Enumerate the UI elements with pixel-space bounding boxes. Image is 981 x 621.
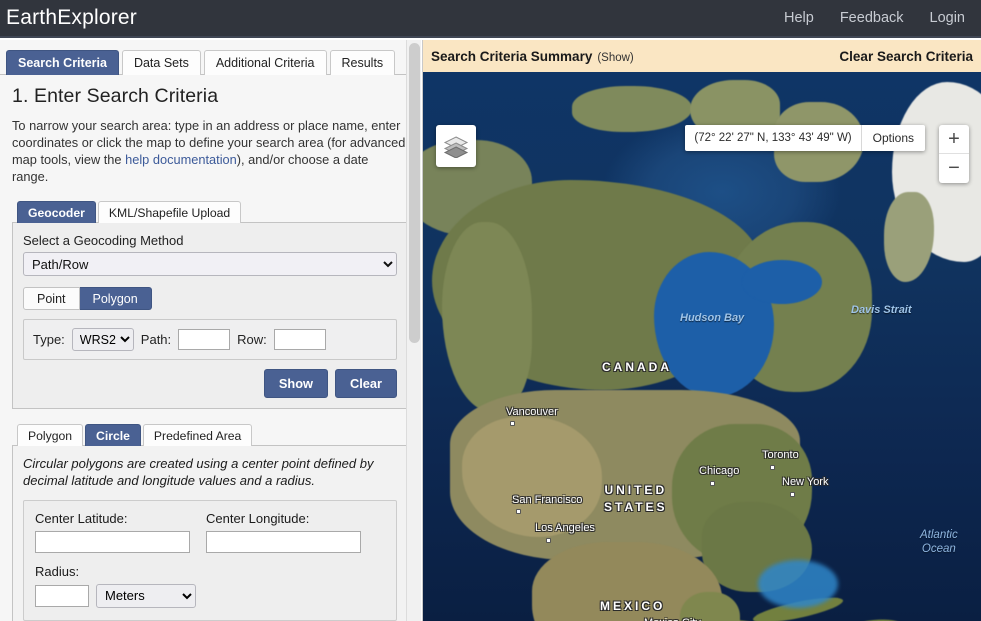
panel-scrollbar[interactable]	[406, 40, 421, 621]
map-layers-button[interactable]	[436, 125, 476, 167]
circle-coordinate-form: Center Latitude: Center Longitude: Radiu…	[23, 500, 397, 621]
tab-search-criteria[interactable]: Search Criteria	[6, 50, 119, 75]
center-latitude-label: Center Latitude:	[35, 511, 190, 526]
row-input[interactable]	[274, 329, 326, 350]
map-zoom-controls: + −	[939, 125, 969, 183]
geocoding-method-select[interactable]: Path/Row	[23, 252, 397, 276]
map-area: Search Criteria Summary (Show) Clear Sea…	[422, 40, 981, 621]
header-links: Help Feedback Login	[784, 10, 981, 26]
map-dot-san-francisco	[516, 509, 521, 514]
landmass-canada-west-mountains	[442, 222, 532, 412]
aoi-tab-bar: Polygon Circle Predefined Area	[12, 422, 408, 446]
radius-units-select[interactable]: Meters	[96, 584, 196, 608]
feedback-link[interactable]: Feedback	[840, 10, 904, 26]
polygon-toggle-button[interactable]: Polygon	[80, 287, 152, 310]
type-label: Type:	[33, 332, 65, 347]
landmass-arctic-islands-1	[572, 86, 692, 132]
map-label-ocean: Ocean	[922, 543, 956, 555]
radius-input[interactable]	[35, 585, 89, 607]
path-label: Path:	[141, 332, 171, 347]
map-dot-toronto	[770, 465, 775, 470]
map-left-edge	[422, 40, 423, 621]
search-criteria-panel: Search Criteria Data Sets Additional Cri…	[0, 40, 421, 621]
landmass-greenland-edge	[884, 192, 934, 282]
center-longitude-input[interactable]	[206, 531, 361, 553]
app-header: EarthExplorer Help Feedback Login	[0, 0, 981, 38]
tab-polygon[interactable]: Polygon	[17, 424, 83, 446]
intro-text: To narrow your search area: type in an a…	[12, 117, 408, 185]
shape-toggle-group: Point Polygon	[23, 287, 397, 310]
row-label: Row:	[237, 332, 267, 347]
tab-predefined-area[interactable]: Predefined Area	[143, 424, 252, 446]
map-dot-chicago	[710, 481, 715, 486]
zoom-in-button[interactable]: +	[939, 125, 969, 154]
map-coordinate-bar: (72° 22' 27" N, 133° 43' 49" W) Options	[685, 125, 925, 151]
summary-title: Search Criteria Summary	[431, 49, 592, 64]
water-hudson-bay-strait	[742, 260, 822, 304]
map-options-button[interactable]: Options	[862, 125, 925, 151]
map-dot-los-angeles	[546, 538, 551, 543]
earthexplorer-app: EarthExplorer Help Feedback Login Search…	[0, 0, 981, 621]
help-documentation-link[interactable]: help documentation	[125, 152, 237, 167]
circle-description: Circular polygons are created using a ce…	[23, 456, 397, 490]
layers-icon	[443, 134, 469, 158]
show-button[interactable]: Show	[264, 369, 328, 398]
wrs-type-select[interactable]: WRS2	[72, 328, 134, 351]
geocoder-tab-bar: Geocoder KML/Shapefile Upload	[12, 199, 408, 223]
page-title: 1. Enter Search Criteria	[12, 85, 408, 108]
clear-search-criteria-link[interactable]: Clear Search Criteria	[839, 49, 973, 64]
map-dot-new-york	[790, 492, 795, 497]
tab-data-sets[interactable]: Data Sets	[122, 50, 201, 75]
geocoder-panel: Select a Geocoding Method Path/Row Point…	[12, 223, 408, 409]
center-coordinate-row: Center Latitude: Center Longitude:	[35, 511, 385, 553]
tab-circle[interactable]: Circle	[85, 424, 141, 446]
aoi-section: Polygon Circle Predefined Area Circular …	[12, 422, 408, 621]
center-latitude-input[interactable]	[35, 531, 190, 553]
tab-kml-shapefile-upload[interactable]: KML/Shapefile Upload	[98, 201, 241, 223]
search-criteria-summary-bar: Search Criteria Summary (Show) Clear Sea…	[422, 40, 981, 72]
clear-button[interactable]: Clear	[335, 369, 397, 398]
tab-additional-criteria[interactable]: Additional Criteria	[204, 50, 327, 75]
tab-results[interactable]: Results	[330, 50, 396, 75]
summary-show-toggle[interactable]: (Show)	[597, 52, 633, 64]
coordinate-readout: (72° 22' 27" N, 133° 43' 49" W)	[685, 125, 861, 151]
landmass-bahamas-shelf	[758, 560, 838, 608]
radius-row: Meters	[35, 584, 385, 608]
summary-left: Search Criteria Summary (Show)	[431, 49, 634, 64]
radius-label: Radius:	[35, 564, 385, 579]
tab-geocoder[interactable]: Geocoder	[17, 201, 96, 223]
map-label-atlantic: Atlantic	[920, 529, 958, 541]
app-title: EarthExplorer	[0, 6, 137, 30]
geocoder-actions: Show Clear	[23, 369, 397, 398]
main-tab-bar: Search Criteria Data Sets Additional Cri…	[6, 47, 420, 75]
map-canvas[interactable]: Hudson Bay Davis Strait CANADA UNITEDSTA…	[422, 72, 981, 621]
map-dot-vancouver	[510, 421, 515, 426]
path-input[interactable]	[178, 329, 230, 350]
point-toggle-button[interactable]: Point	[23, 287, 80, 310]
login-link[interactable]: Login	[930, 10, 965, 26]
center-longitude-group: Center Longitude:	[206, 511, 361, 553]
pathrow-input-group: Type: WRS2 Path: Row:	[23, 319, 397, 360]
geocoding-method-label: Select a Geocoding Method	[23, 233, 397, 248]
panel-scrollbar-thumb[interactable]	[409, 43, 420, 343]
geocoder-section: Geocoder KML/Shapefile Upload Select a G…	[12, 199, 408, 409]
center-longitude-label: Center Longitude:	[206, 511, 361, 526]
zoom-out-button[interactable]: −	[939, 154, 969, 183]
panel-body: 1. Enter Search Criteria To narrow your …	[0, 75, 420, 621]
map-label-atlantic-ocean: Atlantic Ocean	[920, 528, 958, 557]
landmass-hispaniola	[845, 617, 902, 621]
help-link[interactable]: Help	[784, 10, 814, 26]
center-latitude-group: Center Latitude:	[35, 511, 190, 553]
circle-panel: Circular polygons are created using a ce…	[12, 446, 408, 621]
